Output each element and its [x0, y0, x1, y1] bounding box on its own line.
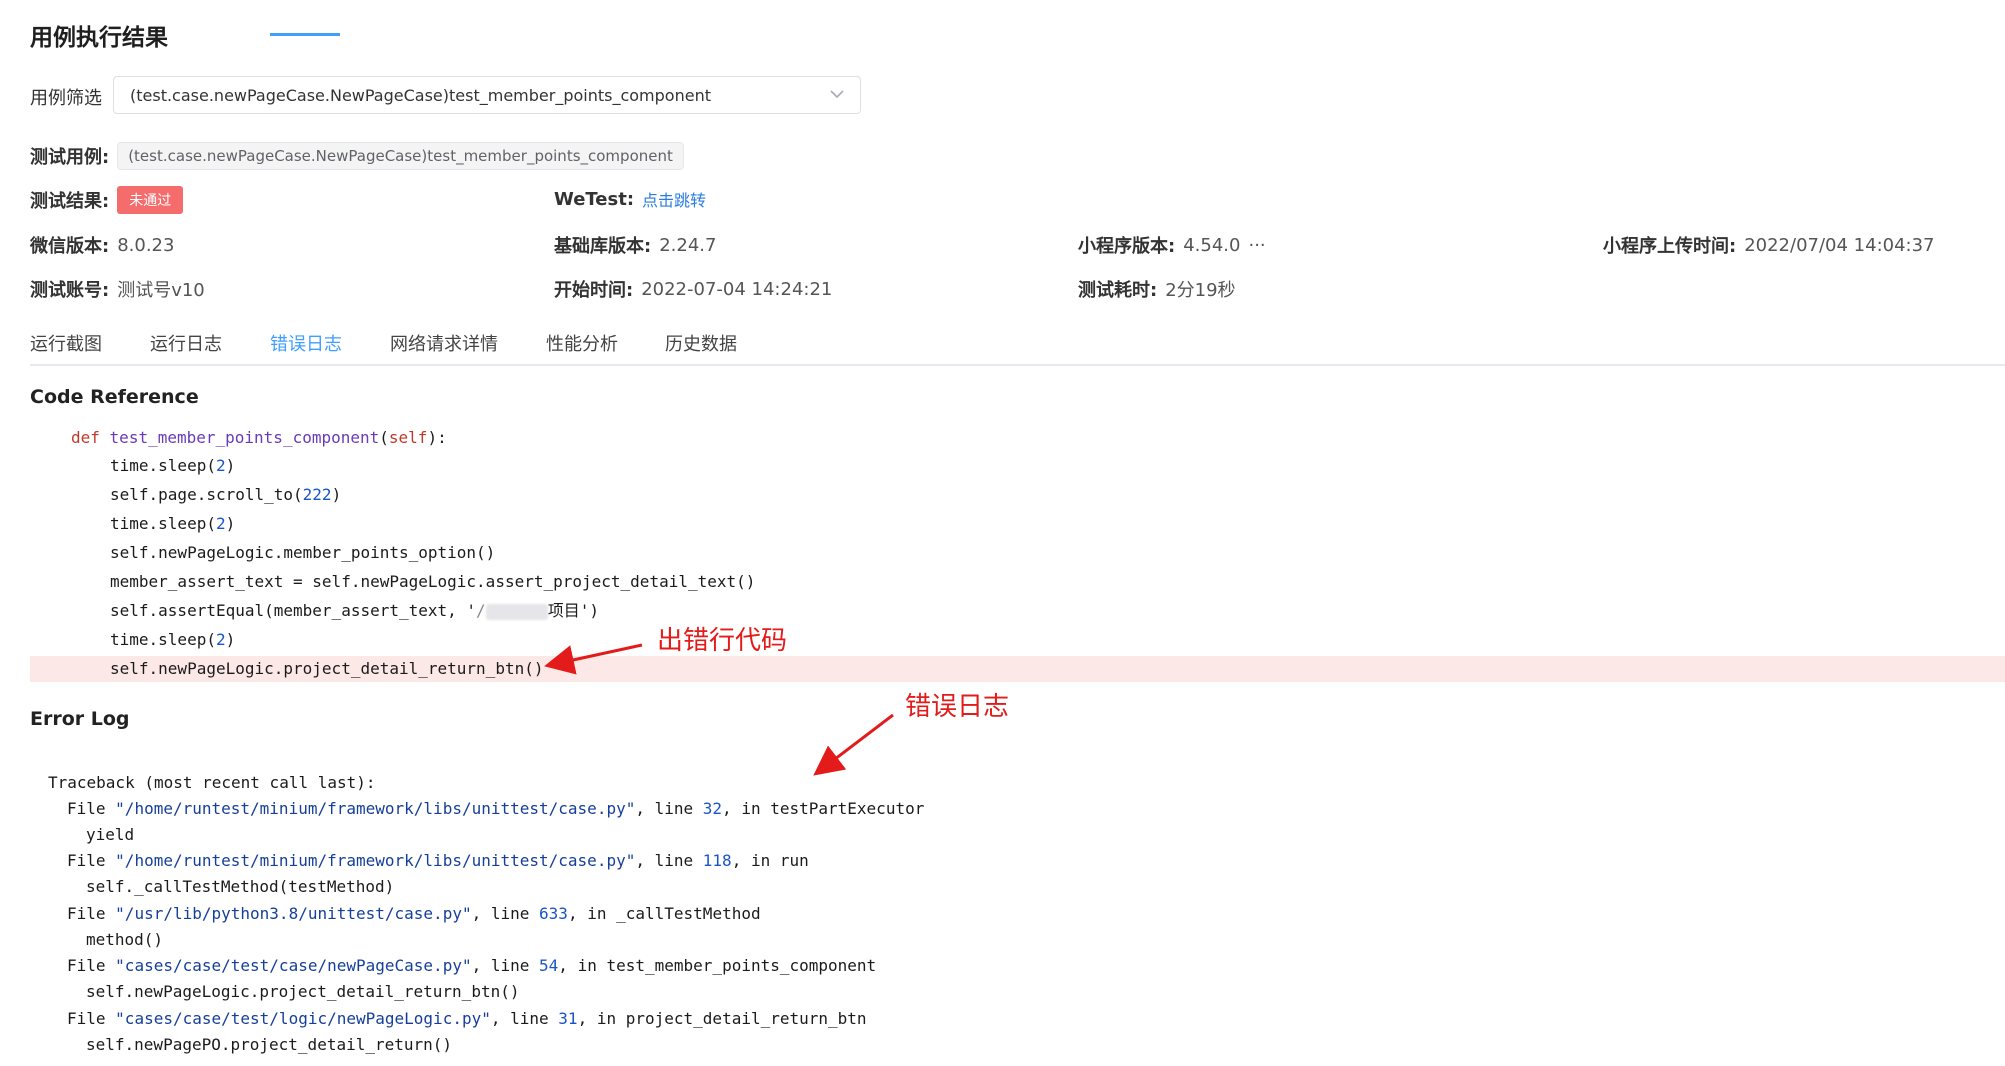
arrow-to-error-line [544, 643, 643, 675]
arrow-to-error-log [813, 713, 894, 776]
annotation-arrows [544, 643, 894, 776]
